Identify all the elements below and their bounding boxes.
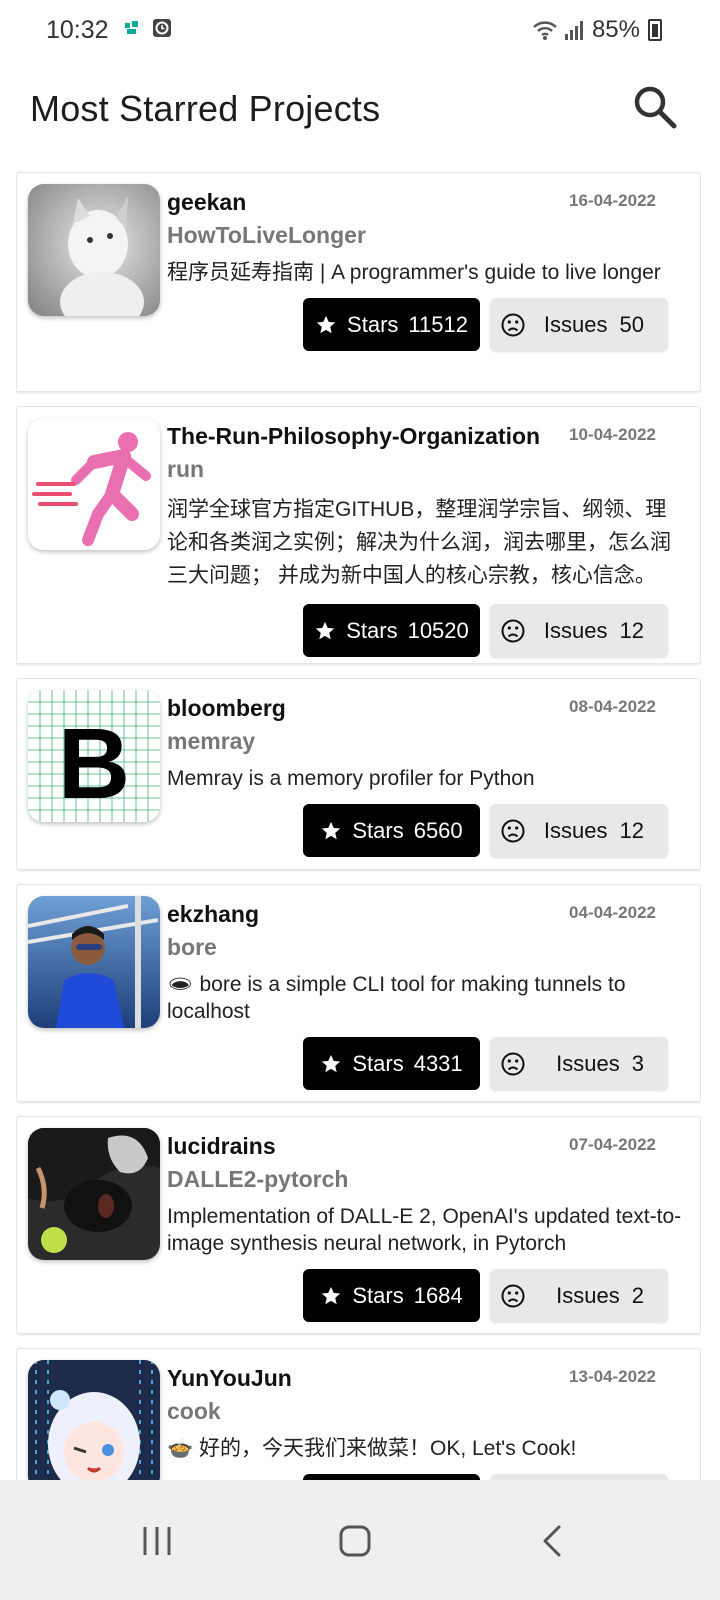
project-date: 08-04-2022 (569, 697, 656, 716)
project-description: Memray is a memory profiler for Python (167, 767, 535, 790)
status-time: 10:32 (46, 16, 109, 44)
project-description: Implementation of DALL-E 2, OpenAI's upd… (167, 1205, 682, 1255)
project-repo: bore (167, 934, 217, 960)
project-list[interactable]: 16-04-2022 geekan HowToLiveLonger 程序员延寿指… (16, 172, 701, 1480)
issues-button[interactable]: Issues 50 (490, 298, 668, 351)
stars-button[interactable]: Stars 4331 (303, 1037, 480, 1090)
stars-label: Stars (352, 1050, 404, 1076)
issues-button[interactable]: Issues 2 (490, 1269, 668, 1322)
dog-with-ball-avatar-image (28, 1128, 160, 1260)
issues-count: 12 (619, 817, 644, 843)
star-icon (316, 315, 336, 333)
avatar: B (28, 690, 160, 822)
project-date: 13-04-2022 (569, 1367, 656, 1386)
recent-apps-button[interactable] (122, 1506, 192, 1576)
search-icon (634, 86, 677, 129)
issues-button[interactable]: Issues 12 (490, 604, 668, 657)
project-repo: HowToLiveLonger (167, 222, 366, 248)
project-date: 10-04-2022 (569, 425, 656, 444)
status-right-icons: 85% (532, 16, 662, 44)
issues-label: Issues (543, 311, 608, 337)
person-on-boat-avatar-image (28, 896, 160, 1028)
issues-count: 3 (631, 1050, 644, 1076)
search-button[interactable] (630, 82, 680, 132)
star-icon (322, 1286, 341, 1304)
sad-face-icon (501, 1284, 525, 1307)
runner-avatar-image (28, 418, 160, 550)
issues-button[interactable]: Issues 3 (490, 1037, 668, 1090)
project-repo: cook (167, 1398, 221, 1424)
stars-label: Stars (352, 1282, 404, 1308)
stars-button[interactable]: Stars 10520 (303, 604, 480, 657)
project-card[interactable]: B 08-04-2022 bloomberg memray Memray is … (16, 678, 701, 870)
project-card[interactable]: 16-04-2022 geekan HowToLiveLonger 程序员延寿指… (16, 172, 701, 392)
stars-button[interactable]: Stars 6560 (303, 804, 480, 857)
bloomberg-b-avatar-image: B (28, 690, 160, 822)
stars-count: 10520 (407, 617, 469, 643)
notification-icons (124, 18, 172, 38)
battery-icon (648, 19, 662, 41)
issues-count: 50 (619, 311, 644, 337)
project-date: 16-04-2022 (569, 191, 656, 210)
issues-label: Issues (543, 617, 608, 643)
project-repo: memray (167, 728, 256, 754)
star-icon (316, 621, 335, 639)
avatar (28, 184, 160, 316)
recent-apps-icon (143, 1527, 171, 1555)
avatar (28, 418, 160, 550)
home-button[interactable] (320, 1506, 390, 1576)
project-date: 04-04-2022 (569, 903, 656, 922)
stars-count: 11512 (408, 311, 468, 337)
project-repo: run (167, 456, 205, 482)
project-description: 🕳 bore is a simple CLI tool for making t… (167, 973, 626, 1023)
app-notification-icon (125, 21, 138, 34)
signal-icon (564, 21, 583, 40)
home-icon (339, 1525, 371, 1557)
status-bar: 10:32 85% (0, 0, 720, 62)
stars-label: Stars (346, 617, 398, 643)
project-card[interactable]: 10-04-2022 The-Run-Philosophy-Organizati… (16, 406, 701, 664)
page-title: Most Starred Projects (30, 88, 381, 129)
issues-label: Issues (543, 817, 608, 843)
project-date: 07-04-2022 (569, 1135, 656, 1154)
system-nav-bar (0, 1480, 720, 1600)
issues-count: 2 (631, 1282, 644, 1308)
back-icon (543, 1525, 561, 1557)
star-icon (322, 821, 341, 839)
wifi-icon (533, 21, 557, 40)
sad-face-icon (501, 313, 525, 336)
stars-count: 4331 (413, 1050, 463, 1076)
avatar (28, 1128, 160, 1260)
project-card[interactable]: 07-04-2022 lucidrains DALLE2-pytorch Imp… (16, 1116, 701, 1334)
battery-percent: 85% (591, 16, 640, 43)
project-description: 润学全球官方指定GITHUB，整理润学宗旨、纲领、理论和各类润之实例；解决为什么… (167, 498, 671, 587)
kitten-avatar-image (28, 184, 160, 316)
avatar (28, 896, 160, 1028)
app-header: Most Starred Projects (0, 62, 720, 162)
issues-label: Issues (556, 1282, 620, 1308)
issues-label: Issues (556, 1050, 620, 1076)
stars-count: 6560 (413, 817, 463, 843)
clock-notification-icon (153, 19, 171, 37)
project-description: 程序员延寿指南 | A programmer's guide to live l… (167, 261, 661, 284)
stars-button[interactable]: Stars 1684 (303, 1269, 480, 1322)
star-icon (322, 1054, 341, 1072)
issues-button[interactable]: Issues 12 (490, 804, 668, 857)
stars-count: 1684 (413, 1282, 463, 1308)
anime-girl-avatar-image (28, 1360, 160, 1480)
avatar (28, 1360, 160, 1480)
svg-text:B: B (58, 708, 130, 820)
project-card[interactable]: 13-04-2022 YunYouJun cook 🍲 好的，今天我们来做菜！O… (16, 1348, 701, 1480)
sad-face-icon (501, 819, 525, 842)
stars-button[interactable]: Stars 11512 (303, 298, 480, 351)
stars-label: Stars (347, 311, 399, 337)
sad-face-icon (501, 1052, 525, 1075)
back-button[interactable] (518, 1506, 588, 1576)
project-card[interactable]: 04-04-2022 ekzhang bore 🕳 bore is a simp… (16, 884, 701, 1102)
stars-label: Stars (352, 817, 404, 843)
project-description: 🍲 好的，今天我们来做菜！OK, Let's Cook! (167, 1437, 577, 1460)
sad-face-icon (501, 619, 525, 642)
project-repo: DALLE2-pytorch (167, 1166, 349, 1192)
issues-count: 12 (619, 617, 644, 643)
